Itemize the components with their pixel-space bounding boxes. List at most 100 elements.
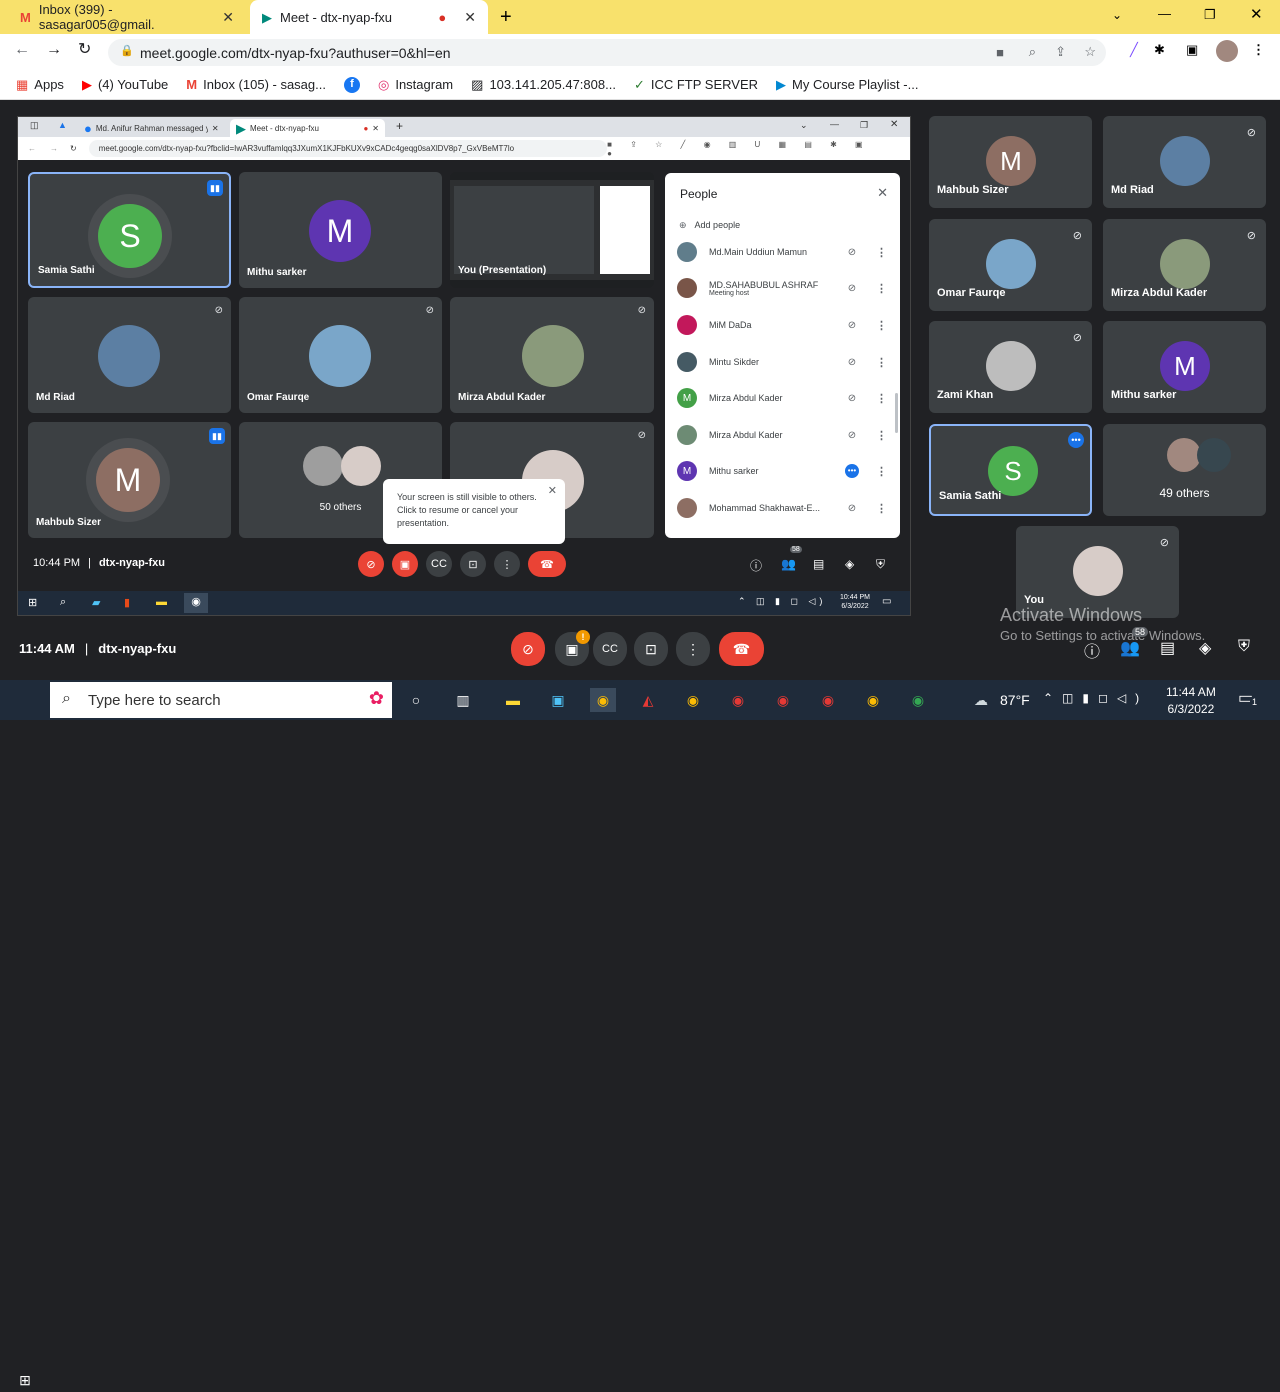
file-explorer-icon[interactable]: ▬: [500, 688, 526, 712]
chat-icon[interactable]: ▤: [1160, 638, 1175, 658]
shield-icon[interactable]: ⛨: [1238, 638, 1250, 656]
participant-tile[interactable]: 49 others: [1103, 424, 1266, 516]
leave-call-button[interactable]: ☎: [719, 632, 764, 666]
system-clock[interactable]: 11:44 AM 6/3/2022: [1166, 684, 1216, 718]
back-icon[interactable]: ←: [14, 42, 30, 58]
search-icon[interactable]: ⌕: [60, 596, 66, 609]
new-tab-icon[interactable]: +: [396, 119, 403, 133]
menu-icon[interactable]: ⋮: [1252, 43, 1265, 56]
minimize-icon[interactable]: —: [830, 119, 839, 129]
inner-tab-messenger[interactable]: ● Md. Anifur Rahman messaged y... ✕: [78, 119, 228, 137]
taskbar-search-box[interactable]: ⌕ Type here to search ✿: [50, 682, 392, 718]
chrome-icon[interactable]: ◉: [680, 688, 706, 712]
participant-tile[interactable]: M Mahbub Sizer: [929, 116, 1092, 208]
participant-tile[interactable]: ⊘ Mirza Abdul Kader: [1103, 219, 1266, 311]
close-icon[interactable]: ✕: [548, 485, 557, 498]
minimize-icon[interactable]: —: [1158, 7, 1171, 20]
forward-icon[interactable]: →: [50, 144, 58, 153]
more-options-button[interactable]: ⋮: [676, 632, 710, 666]
mic-off-icon[interactable]: ⊘: [844, 320, 860, 331]
tile-mahbub-sizer[interactable]: M ▮▮ Mahbub Sizer: [28, 422, 231, 538]
folder-icon[interactable]: ▬: [156, 596, 167, 608]
shield-icon[interactable]: ⛨: [876, 557, 885, 572]
bookmark-inbox[interactable]: M Inbox (105) - sasag...: [186, 77, 326, 92]
office-icon[interactable]: ▮: [124, 596, 130, 609]
mic-off-icon[interactable]: ⊘: [844, 357, 860, 368]
bookmark-facebook[interactable]: f: [343, 76, 360, 93]
scrollbar[interactable]: [895, 393, 898, 433]
store-icon[interactable]: ▣: [545, 688, 571, 712]
present-button[interactable]: ⊡: [634, 632, 668, 666]
participant-tile[interactable]: ⊘ Omar Faurqe: [929, 219, 1092, 311]
inner-address-bar[interactable]: meet.google.com/dtx-nyap-fxu?fbclid=IwAR…: [88, 140, 608, 157]
mic-off-button[interactable]: ⊘: [511, 632, 545, 666]
participant-row[interactable]: Mirza Abdul Kader ⊘ ⋮: [677, 420, 887, 450]
weather-icon[interactable]: ☁: [968, 688, 994, 712]
zoom-icon[interactable]: ⌕: [1029, 45, 1036, 58]
bookmark-icc[interactable]: ✓ ICC FTP SERVER: [634, 77, 758, 92]
chrome-icon[interactable]: ◉: [184, 593, 208, 613]
chrome-icon[interactable]: ◉: [725, 688, 751, 712]
captions-icon[interactable]: CC: [426, 551, 452, 577]
chrome-icon[interactable]: ◉: [860, 688, 886, 712]
activities-icon[interactable]: ◈: [1199, 638, 1211, 658]
speaking-icon[interactable]: •••: [844, 464, 860, 478]
reload-icon[interactable]: ↻: [70, 144, 77, 153]
bookmark-instagram[interactable]: ◎ Instagram: [378, 77, 453, 92]
task-view-icon[interactable]: ▥: [450, 688, 476, 712]
close-icon[interactable]: ✕: [877, 185, 888, 201]
windows-icon[interactable]: ⊞: [28, 596, 37, 609]
camera-icon[interactable]: ■: [996, 46, 1004, 59]
close-window-icon[interactable]: ✕: [890, 119, 898, 130]
reload-icon[interactable]: ↻: [78, 42, 91, 58]
sidepanel-icon[interactable]: ▣: [1186, 43, 1198, 56]
app-icon[interactable]: ▰: [92, 596, 100, 609]
close-icon[interactable]: ✕: [222, 9, 234, 26]
chrome-icon[interactable]: ◉: [770, 688, 796, 712]
more-icon[interactable]: ⋮: [876, 465, 887, 478]
mic-off-icon[interactable]: ⊘: [844, 283, 860, 294]
tile-mirza-abdul-kader[interactable]: ⊘ Mirza Abdul Kader: [450, 297, 654, 413]
more-icon[interactable]: ⋮: [876, 282, 887, 295]
more-icon[interactable]: ⋮: [876, 502, 887, 515]
people-icon[interactable]: 👥: [781, 557, 796, 571]
maximize-icon[interactable]: ❐: [1204, 8, 1216, 21]
share-icon[interactable]: ⇪: [1055, 45, 1066, 58]
participant-row[interactable]: Mohammad Shakhawat-E... ⊘ ⋮: [677, 493, 887, 523]
chat-icon[interactable]: ▤: [813, 557, 824, 571]
tile-presentation[interactable]: You (Presentation): [450, 172, 654, 288]
more-icon[interactable]: ⋮: [876, 246, 887, 259]
close-icon[interactable]: ✕: [212, 124, 219, 133]
mic-off-icon[interactable]: ⊘: [844, 430, 860, 441]
more-icon[interactable]: ⋮: [876, 392, 887, 405]
new-tab-icon[interactable]: +: [500, 7, 512, 27]
inner-tab-meet[interactable]: ▶ Meet - dtx-nyap-fxu ● ✕: [230, 119, 385, 137]
chevron-down-icon[interactable]: ⌄: [1112, 9, 1122, 21]
close-window-icon[interactable]: ✕: [1250, 7, 1263, 22]
participant-row[interactable]: MD.SAHABUBUL ASHRAF Meeting host ⊘ ⋮: [677, 273, 887, 303]
participant-tile[interactable]: S ••• Samia Sathi: [929, 424, 1092, 516]
participant-row[interactable]: M Mirza Abdul Kader ⊘ ⋮: [677, 383, 887, 413]
profile-avatar[interactable]: [1216, 40, 1238, 62]
cortana-icon[interactable]: ○: [403, 688, 429, 712]
bookmark-apps[interactable]: ▦ Apps: [16, 77, 64, 92]
extensions-icon[interactable]: ✱: [1154, 43, 1165, 56]
participant-row[interactable]: Mintu Sikder ⊘ ⋮: [677, 347, 887, 377]
forward-icon[interactable]: →: [46, 42, 62, 58]
participant-tile[interactable]: ⊘ Md Riad: [1103, 116, 1266, 208]
star-icon[interactable]: ☆: [1084, 45, 1096, 58]
chrome-icon[interactable]: ◉: [815, 688, 841, 712]
tile-samia-sathi[interactable]: S ▮▮ Samia Sathi: [28, 172, 231, 288]
mic-off-icon[interactable]: ⊘: [844, 247, 860, 258]
info-icon[interactable]: ⓘ: [750, 557, 762, 574]
tile-mithu-sarker[interactable]: M Mithu sarker: [239, 172, 442, 288]
participant-row[interactable]: M Mithu sarker ••• ⋮: [677, 456, 887, 486]
participant-row[interactable]: MiM DaDa ⊘ ⋮: [677, 310, 887, 340]
participant-tile[interactable]: M Mithu sarker: [1103, 321, 1266, 413]
chrome-icon[interactable]: ◉: [905, 688, 931, 712]
mic-off-icon[interactable]: ⊘: [844, 503, 860, 514]
bookmark-course[interactable]: ▶ My Course Playlist -...: [776, 77, 918, 92]
close-icon[interactable]: ✕: [372, 124, 379, 133]
pen-icon[interactable]: ╱: [1130, 43, 1138, 56]
add-people-button[interactable]: ⊕ Add people: [679, 220, 740, 231]
